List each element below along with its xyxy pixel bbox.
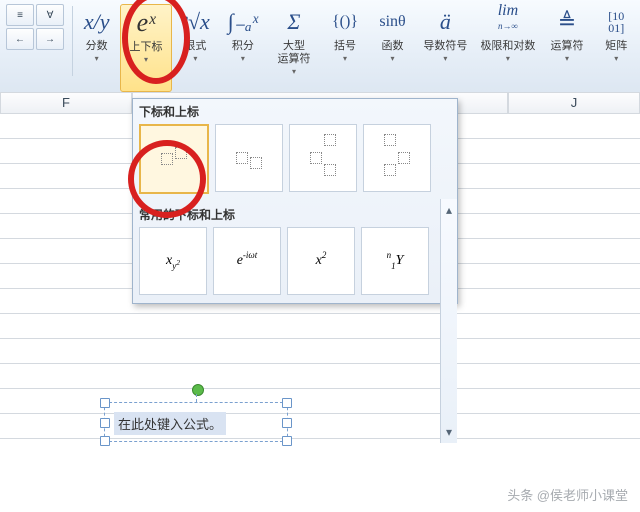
- column-header-j[interactable]: J: [508, 92, 640, 114]
- function-icon: sinθ: [379, 4, 405, 40]
- chevron-down-icon: ▾: [193, 54, 197, 63]
- tool-btn-3[interactable]: ←: [6, 28, 34, 50]
- accent-icon: ä: [440, 4, 451, 40]
- tool-btn-1[interactable]: ≡: [6, 4, 34, 26]
- chevron-down-icon: ▾: [506, 54, 510, 63]
- gallery-section-title: 下标和上标: [133, 99, 457, 124]
- resize-handle[interactable]: [100, 436, 110, 446]
- operator-icon: ≜: [558, 4, 576, 40]
- matrix-button[interactable]: [10 01] 矩阵 ▾: [593, 4, 640, 90]
- bracket-button[interactable]: {()} 括号 ▾: [321, 4, 369, 90]
- resize-handle[interactable]: [282, 436, 292, 446]
- equation-placeholder[interactable]: 在此处键入公式。: [114, 412, 226, 435]
- chevron-down-icon: ▾: [343, 54, 347, 63]
- column-header-f[interactable]: F: [0, 92, 132, 114]
- chevron-down-icon: ▾: [446, 425, 452, 439]
- script-gallery-dropdown: 下标和上标 常用的下标和上标 xy2 e-iωt x2 n1Y ▴▾: [132, 98, 458, 304]
- gallery-scrollbar[interactable]: ▴▾: [440, 199, 457, 443]
- resize-handle[interactable]: [100, 418, 110, 428]
- bracket-icon: {()}: [332, 4, 358, 40]
- equation-editor-box[interactable]: 在此处键入公式。: [104, 402, 288, 442]
- chevron-up-icon: ▴: [446, 203, 452, 217]
- resize-handle[interactable]: [100, 398, 110, 408]
- script-icon: eˣ: [137, 5, 156, 41]
- integral-icon: ∫₋ₐˣ: [228, 4, 258, 40]
- gallery-common-1[interactable]: xy2: [139, 227, 207, 295]
- accent-button[interactable]: ä 导数符号 ▾: [416, 4, 474, 90]
- integral-button[interactable]: ∫₋ₐˣ 积分 ▾: [219, 4, 267, 90]
- radical-icon: ⁿ√x: [181, 4, 210, 40]
- gallery-section-title-2: 常用的下标和上标: [133, 202, 457, 227]
- operator-button[interactable]: ≜ 运算符 ▾: [541, 4, 592, 90]
- chevron-down-icon: ▾: [292, 67, 296, 76]
- fraction-icon: x/y: [84, 4, 110, 40]
- chevron-down-icon: ▾: [241, 54, 245, 63]
- gallery-item-subsuperscript[interactable]: [289, 124, 357, 192]
- script-button[interactable]: eˣ 上下标 ▾: [120, 4, 171, 92]
- resize-handle[interactable]: [282, 418, 292, 428]
- watermark: 头条 @侯老师小课堂: [507, 485, 628, 504]
- fraction-button[interactable]: x/y 分数 ▾: [73, 4, 121, 90]
- gallery-item-left-subsuperscript[interactable]: [363, 124, 431, 192]
- chevron-down-icon: ▾: [95, 54, 99, 63]
- chevron-down-icon: ▾: [614, 54, 618, 63]
- resize-handle[interactable]: [282, 398, 292, 408]
- chevron-down-icon: ▾: [144, 55, 148, 64]
- function-button[interactable]: sinθ 函数 ▾: [369, 4, 417, 90]
- gallery-item-superscript[interactable]: [139, 124, 209, 194]
- tools-group: ≡ ∀ ← →: [0, 4, 72, 90]
- gallery-item-subscript[interactable]: [215, 124, 283, 192]
- gallery-common-2[interactable]: e-iωt: [213, 227, 281, 295]
- chevron-down-icon: ▾: [565, 54, 569, 63]
- tool-btn-4[interactable]: →: [36, 28, 64, 50]
- gallery-common-4[interactable]: n1Y: [361, 227, 429, 295]
- chevron-down-icon: ▾: [391, 54, 395, 63]
- matrix-icon: [10 01]: [608, 4, 624, 40]
- gallery-common-3[interactable]: x2: [287, 227, 355, 295]
- chevron-down-icon: ▾: [443, 54, 447, 63]
- rotate-handle[interactable]: [192, 384, 204, 396]
- large-operator-button[interactable]: Σ 大型 运算符 ▾: [267, 4, 322, 90]
- sigma-icon: Σ: [287, 4, 300, 40]
- equation-ribbon: ≡ ∀ ← → x/y 分数 ▾ eˣ 上下标 ▾ ⁿ√x 根式 ▾ ∫₋ₐˣ …: [0, 0, 640, 93]
- limit-icon: limn→∞: [498, 4, 518, 40]
- tool-btn-2[interactable]: ∀: [36, 4, 64, 26]
- radical-button[interactable]: ⁿ√x 根式 ▾: [172, 4, 220, 90]
- limit-button[interactable]: limn→∞ 极限和对数 ▾: [474, 4, 541, 90]
